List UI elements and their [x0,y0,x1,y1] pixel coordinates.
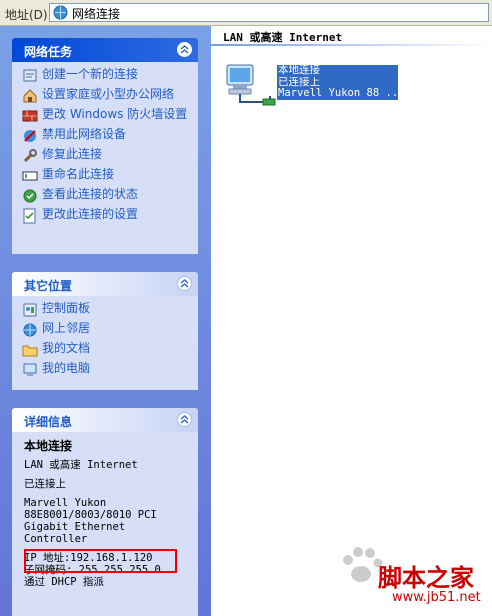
task-link-label: 设置家庭或小型办公网络 [42,87,175,101]
collapse-icon[interactable] [177,412,192,427]
details-device-line: Controller [24,533,88,545]
task-pane: 网络任务 创建一个新的连接设置家庭或小型办公网络 更改 Windows 防火墙设置… [0,26,211,616]
collapse-icon[interactable] [177,42,192,57]
task-link-item[interactable]: 设置家庭或小型办公网络 [22,88,190,104]
connection-status: 已连接上 [278,76,320,88]
home-network-icon [23,89,37,103]
settings-icon [23,208,36,224]
details-header[interactable]: 详细信息 [12,408,198,432]
watermark: 脚本之家 www.jb51.net [338,542,488,612]
task-link-item[interactable]: 修复此连接 [22,148,190,164]
task-link-item[interactable]: 查看此连接的状态 [22,188,190,204]
address-bar: 地址(D) 网络连接 [0,0,492,26]
task-link-item[interactable]: 控制面板 [22,302,190,318]
firewall-icon [22,110,38,122]
task-link-item[interactable]: 更改 Windows 防火墙设置 [22,108,190,124]
connection-device: Marvell Yukon 88 ... [278,88,397,99]
network-places-icon [23,323,37,337]
details-body: 本地连接 LAN 或高速 Internet 已连接上 Marvell Yukon… [12,432,198,594]
other-places-list: 控制面板网上邻居我的文档我的电脑 [12,296,198,390]
collapse-icon[interactable] [177,276,192,291]
task-link-item[interactable]: 重命名此连接 [22,168,190,184]
task-link-label: 我的文档 [42,341,91,355]
other-places-panel: 其它位置 控制面板网上邻居我的文档我的电脑 [12,272,198,390]
task-link-label: 网上邻居 [42,321,91,335]
task-link-item[interactable]: 我的文档 [22,342,190,358]
lan-connection-icon[interactable] [223,59,277,109]
network-tasks-panel: 网络任务 创建一个新的连接设置家庭或小型办公网络 更改 Windows 防火墙设置… [12,38,198,254]
other-places-header[interactable]: 其它位置 [12,272,198,296]
my-documents-icon [22,345,38,357]
details-type: LAN 或高速 Internet [24,459,138,471]
other-places-title: 其它位置 [24,279,73,293]
rename-icon [22,171,38,181]
control-panel-icon [23,303,37,317]
task-link-label: 控制面板 [42,301,91,315]
details-panel: 详细信息 本地连接 LAN 或高速 Internet 已连接上 Marvell … [12,408,198,616]
details-subnet-mask: 子网掩码: 255.255.255.0 [24,564,161,576]
task-link-label: 重命名此连接 [42,167,115,181]
watermark-text: 脚本之家 [378,563,474,592]
task-link-label: 更改此连接的设置 [42,207,139,221]
details-name: 本地连接 [24,439,73,453]
address-label: 地址(D) [5,8,48,22]
network-connections-icon [53,5,68,20]
details-device-line: 88E8001/8003/8010 PCI [24,509,157,521]
task-link-item[interactable]: 更改此连接的设置 [22,208,190,224]
disable-device-icon [24,130,36,142]
network-tasks-title: 网络任务 [24,45,73,59]
task-link-item[interactable]: 我的电脑 [22,362,190,378]
task-link-label: 修复此连接 [42,147,103,161]
watermark-url: www.jb51.net [392,590,481,605]
task-link-item[interactable]: 创建一个新的连接 [22,68,190,84]
address-field[interactable]: 网络连接 [49,3,489,22]
repair-icon [23,149,37,163]
my-computer-icon [23,363,37,376]
status-icon [23,189,37,203]
network-tasks-header[interactable]: 网络任务 [12,38,198,62]
task-link-label: 我的电脑 [42,361,91,375]
task-link-label: 创建一个新的连接 [42,67,139,81]
details-status: 已连接上 [24,478,66,490]
task-link-item[interactable]: 禁用此网络设备 [22,128,190,144]
group-header: LAN 或高速 Internet [223,31,343,44]
connection-name: 本地连接 [278,65,320,76]
new-connection-icon [23,69,37,82]
details-title: 详细信息 [24,415,73,429]
details-ip-address: IP 地址:192.168.1.120 [24,552,153,564]
task-link-item[interactable]: 网上邻居 [22,322,190,338]
group-divider [211,44,492,46]
network-tasks-list: 创建一个新的连接设置家庭或小型办公网络 更改 Windows 防火墙设置 禁用此网络… [12,62,198,236]
connection-label[interactable]: 本地连接 已连接上 Marvell Yukon 88 ... [276,64,399,101]
details-device-line: Gigabit Ethernet [24,521,126,533]
task-link-label: 查看此连接的状态 [42,187,139,201]
details-device-line: Marvell Yukon [24,497,107,509]
connections-view: LAN 或高速 Internet 本地连接 已连接上 Marvell Yukon… [211,26,492,616]
address-value: 网络连接 [72,7,121,21]
task-link-label: 禁用此网络设备 [42,127,127,141]
details-dhcp: 通过 DHCP 指派 [24,576,104,588]
task-link-label: 更改 Windows 防火墙设置 [42,107,188,121]
